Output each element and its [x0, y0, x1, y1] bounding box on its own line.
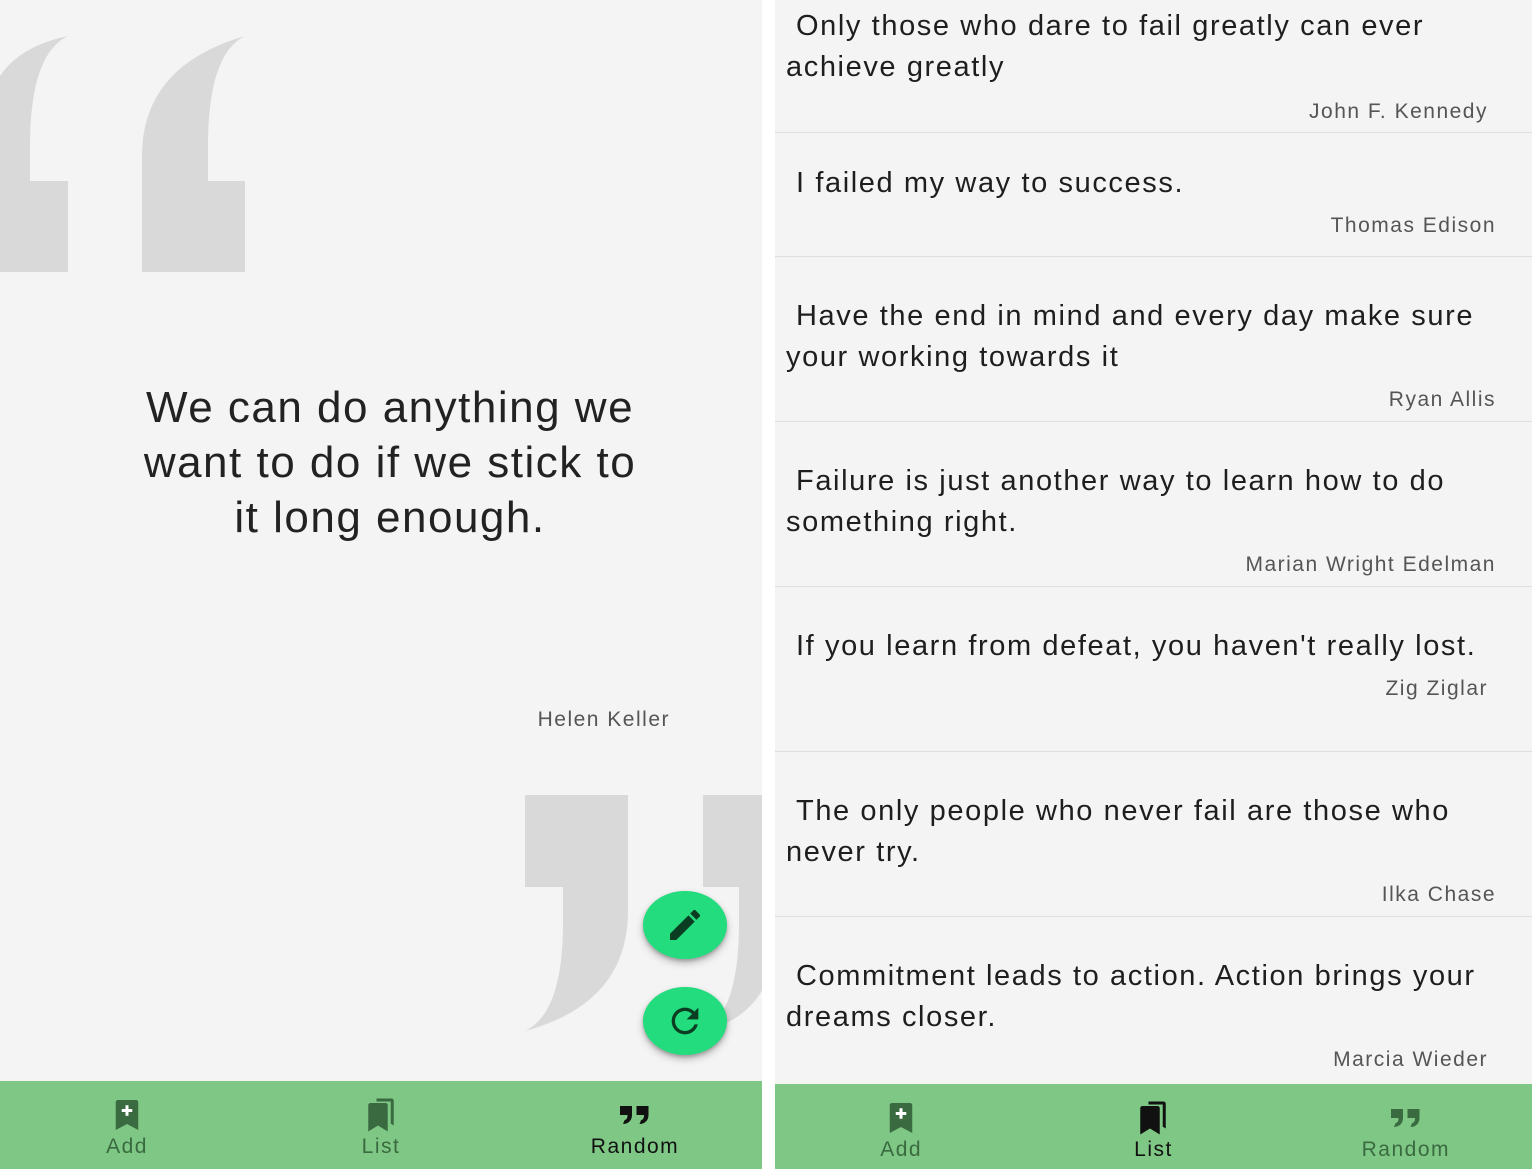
quote-item-text: Commitment leads to action. Action bring…: [786, 960, 1476, 1033]
nav-list-label: List: [361, 1135, 401, 1158]
nav-list[interactable]: List: [254, 1081, 508, 1169]
nav-random-label: Random: [1361, 1138, 1451, 1161]
quote-icon: [1390, 1109, 1420, 1127]
quote-item-text: If you learn from defeat, you haven't re…: [796, 630, 1477, 662]
quote-item-author: Marcia Wieder: [1333, 1048, 1488, 1071]
quote-item-text: Have the end in mind and every day make …: [786, 300, 1475, 373]
add-bookmark-icon: [889, 1103, 913, 1133]
quote-item-author: Ryan Allis: [1388, 388, 1496, 411]
quote-list-item[interactable]: The only people who never fail are those…: [775, 752, 1532, 917]
quote-list-item[interactable]: Only those who dare to fail greatly can …: [775, 0, 1532, 133]
quote-item-text: Only those who dare to fail greatly can …: [786, 10, 1425, 83]
quote-list-item[interactable]: Failure is just another way to learn how…: [775, 422, 1532, 587]
quote-item-text: Failure is just another way to learn how…: [786, 465, 1446, 538]
nav-list[interactable]: List: [1027, 1084, 1279, 1169]
bottom-navigation: Add List Random: [775, 1084, 1532, 1169]
random-screen: We can do anything we want to do if we s…: [0, 0, 762, 1169]
quote-item-author: Ilka Chase: [1381, 883, 1496, 906]
quote-list-item[interactable]: Have the end in mind and every day make …: [775, 257, 1532, 422]
bookmarks-icon: [368, 1098, 394, 1132]
refresh-icon: [671, 1007, 699, 1035]
nav-random[interactable]: Random: [508, 1081, 762, 1169]
quote-list-item[interactable]: If you learn from defeat, you haven't re…: [775, 587, 1532, 752]
nav-add-label: Add: [106, 1135, 148, 1158]
refresh-fab-button[interactable]: [643, 987, 727, 1055]
bookmarks-icon: [1140, 1101, 1167, 1135]
quote-list[interactable]: Only those who dare to fail greatly can …: [775, 0, 1532, 1084]
quote-icon: [620, 1106, 649, 1124]
add-bookmark-icon: [115, 1100, 139, 1130]
quote-item-author: Zig Ziglar: [1385, 677, 1488, 700]
quote-list-item[interactable]: Commitment leads to action. Action bring…: [775, 917, 1532, 1084]
bottom-navigation: Add List Random: [0, 1081, 762, 1169]
quote-item-text: The only people who never fail are those…: [786, 795, 1450, 868]
list-screen: Only those who dare to fail greatly can …: [775, 0, 1532, 1169]
pencil-icon: [670, 909, 701, 940]
nav-add[interactable]: Add: [0, 1081, 254, 1169]
quote-item-author: John F. Kennedy: [1309, 100, 1488, 123]
nav-random[interactable]: Random: [1280, 1084, 1532, 1169]
quote-item-author: Marian Wright Edelman: [1245, 553, 1496, 576]
nav-list-label: List: [1134, 1138, 1173, 1161]
edit-fab-button[interactable]: [643, 891, 727, 959]
open-quote-icon: [0, 36, 245, 272]
random-quote-author: Helen Keller: [537, 708, 670, 731]
nav-add[interactable]: Add: [775, 1084, 1027, 1169]
quote-item-text: I failed my way to success.: [796, 167, 1185, 199]
quote-item-author: Thomas Edison: [1330, 214, 1496, 237]
nav-add-label: Add: [880, 1138, 923, 1161]
random-quote-text: We can do anything we want to do if we s…: [143, 383, 637, 542]
quote-list-item[interactable]: I failed my way to success. Thomas Ediso…: [775, 133, 1532, 257]
nav-random-label: Random: [590, 1135, 680, 1158]
